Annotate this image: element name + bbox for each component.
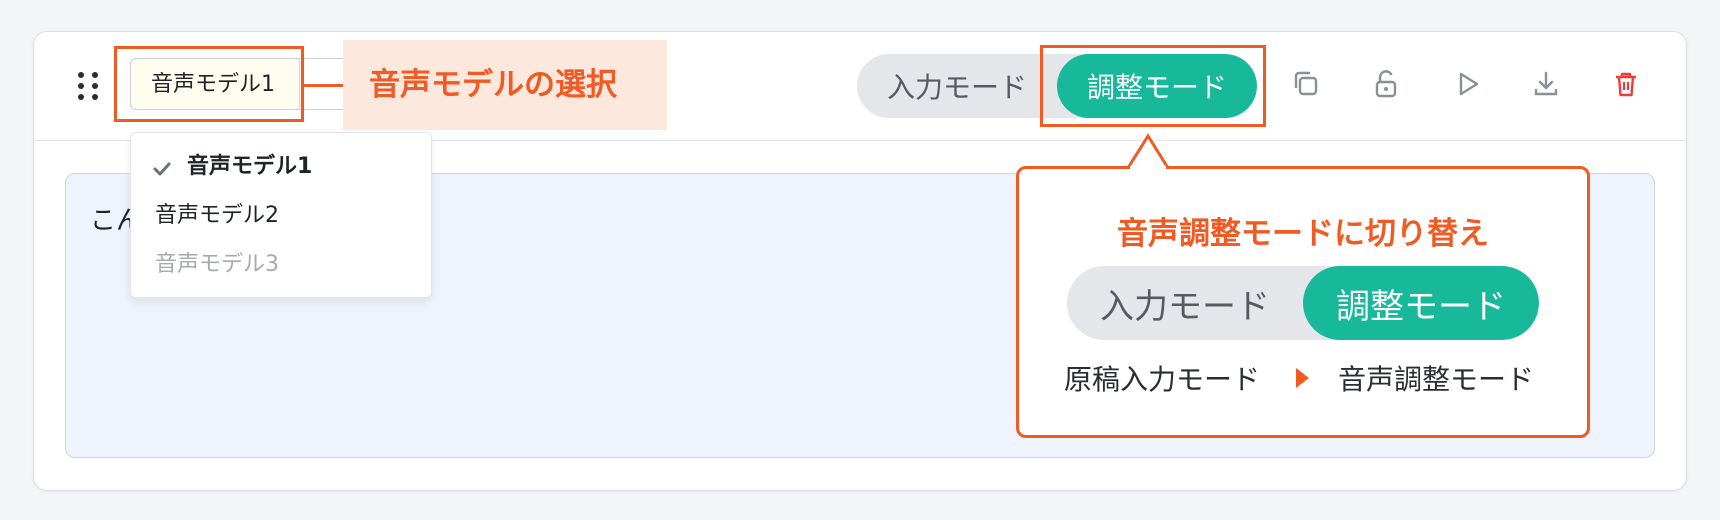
drag-handle-icon[interactable] [78,72,100,102]
arrow-right-icon [1296,368,1309,388]
model-option-2[interactable]: 音声モデル2 [155,196,279,236]
flow-from-label: 原稿入力モード [1064,363,1261,396]
download-icon[interactable] [1528,66,1564,102]
unlock-icon[interactable] [1368,66,1404,102]
mode-input-option[interactable]: 入力モード [857,54,1057,118]
play-icon[interactable] [1450,66,1486,102]
mode-toggle-highlight [1040,45,1266,127]
duplicate-icon[interactable] [1288,66,1324,102]
check-icon [153,162,171,176]
model-option-3: 音声モデル3 [155,252,279,277]
model-dropdown-menu: 音声モデル1 音声モデル2 音声モデル3 [130,132,432,298]
trash-icon[interactable] [1608,66,1644,102]
illustration-input-option: 入力モード [1100,286,1270,327]
mode-switch-title: 音声調整モードに切り替え [1117,216,1489,252]
flow-to-label: 音声調整モード [1338,363,1535,396]
mode-toggle-illustration: 入力モード 調整モード [1067,266,1539,340]
model-select-annotation: 音声モデルの選択 [343,40,667,130]
model-select-highlight [114,46,304,122]
popover-arrow [1128,133,1170,169]
illustration-adjust-option: 調整モード [1303,266,1539,340]
model-option-1[interactable]: 音声モデル1 [187,147,312,187]
